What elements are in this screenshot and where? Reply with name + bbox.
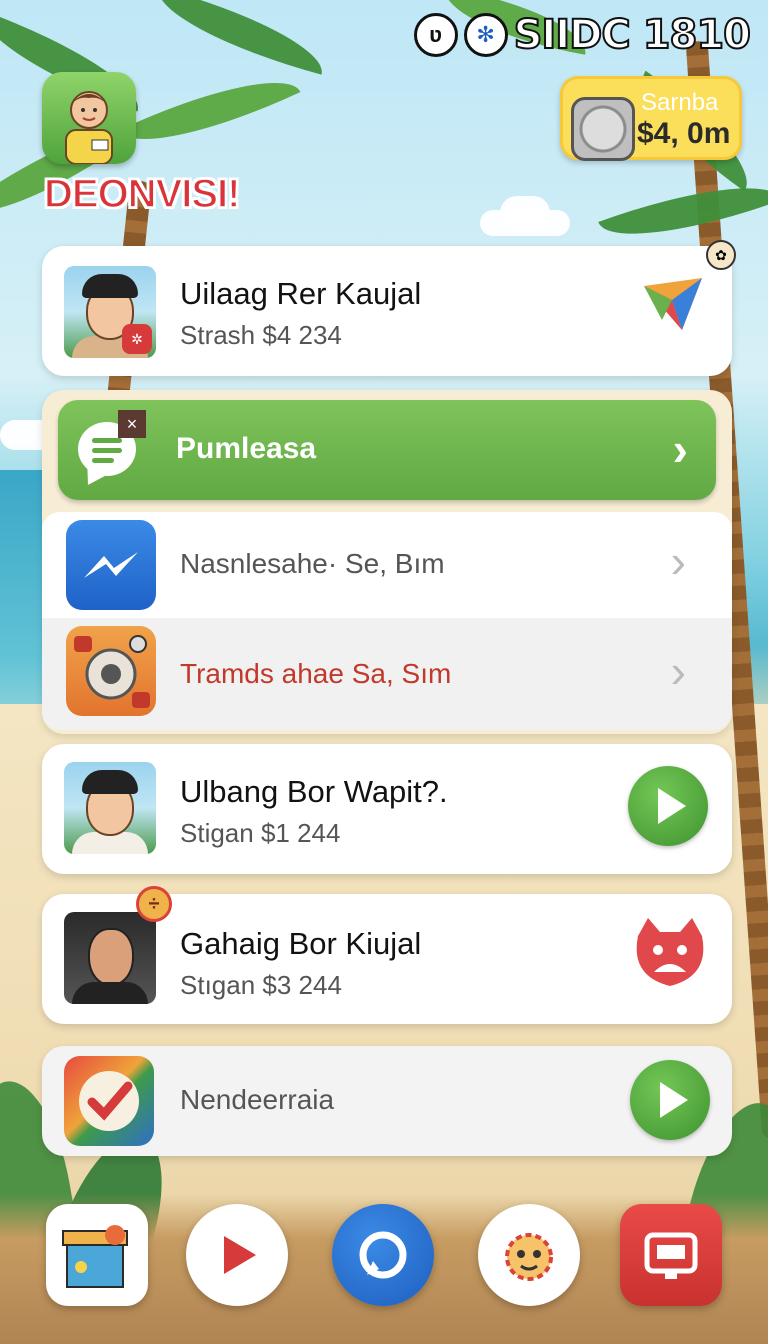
- chevron-right-icon: ›: [672, 423, 688, 475]
- compass-icon: [359, 1231, 407, 1279]
- checkmark-app-icon: [64, 1056, 154, 1146]
- list-item[interactable]: ✲ Uilaag Rer Kaujal Strash $4 234 ✿: [42, 240, 736, 376]
- chevron-right-icon: ›: [670, 535, 686, 587]
- group-header-button[interactable]: × Pumleasa ›: [58, 400, 716, 500]
- group-header-label: Pumleasa: [176, 432, 317, 465]
- list-row-messenger[interactable]: Nasnlesahe· Se, Bım ›: [42, 512, 732, 618]
- avatar: [64, 762, 156, 854]
- paper-plane-icon[interactable]: [642, 276, 704, 332]
- row-label: Tramds ahae Sa, Sım: [180, 658, 452, 689]
- video-play-icon: [224, 1236, 256, 1274]
- balance-value: $4, 0m: [637, 117, 731, 150]
- messenger-icon: [66, 520, 156, 610]
- status-text: SIIDC 1810: [513, 11, 752, 59]
- dock-compass-button[interactable]: [332, 1204, 434, 1306]
- badge-icon: ÷: [136, 886, 172, 922]
- item-label: Nendeerraia: [180, 1084, 335, 1115]
- close-icon[interactable]: ×: [118, 410, 146, 438]
- profile-avatar-button[interactable]: [42, 72, 136, 164]
- chevron-right-icon: ›: [670, 645, 686, 697]
- item-title: Gahaig Bor Kiujal: [180, 926, 422, 961]
- dock-mascot-button[interactable]: [478, 1204, 580, 1306]
- list-item[interactable]: Ulbang Bor Wapit?. Stigan $1 244: [42, 744, 732, 874]
- item-subtitle: Stıgan $3 244: [180, 970, 342, 1000]
- tv-icon: [644, 1232, 698, 1279]
- row-label: Nasnlesahe· Se, Bım: [180, 548, 445, 579]
- app-title: DEONVISI!: [43, 171, 241, 217]
- badge-icon: ✲: [122, 324, 152, 354]
- avatar: ✲: [64, 266, 156, 358]
- balance-card[interactable]: Sarnba $4, 0m: [560, 76, 742, 161]
- snowflake-icon: ✻: [463, 13, 508, 57]
- play-icon[interactable]: [628, 766, 708, 846]
- list-row-camera[interactable]: Tramds ahae Sa, Sım ›: [42, 618, 732, 730]
- notification-badge-icon: ✿: [706, 240, 736, 270]
- cartoon-boy-icon: [65, 91, 113, 164]
- avatar: [64, 912, 156, 1004]
- list-item[interactable]: Nendeerraia: [42, 1046, 732, 1156]
- list-item[interactable]: ÷ Gahaig Bor Kiujal Stıgan $3 244: [42, 886, 732, 1024]
- alien-icon: ʋ: [413, 13, 458, 57]
- toybox-icon: [62, 1225, 128, 1288]
- play-icon[interactable]: [630, 1060, 710, 1140]
- item-subtitle: Strash $4 234: [180, 320, 342, 350]
- balance-label: Sarnba: [641, 89, 719, 116]
- safe-icon: [571, 97, 635, 161]
- mascot-icon[interactable]: [630, 916, 710, 990]
- item-title: Ulbang Bor Wapit?.: [180, 774, 448, 809]
- camera-mascot-icon: [66, 626, 156, 716]
- item-subtitle: Stigan $1 244: [180, 818, 341, 848]
- dock-toybox-button[interactable]: [46, 1204, 148, 1306]
- dock-video-button[interactable]: [186, 1204, 288, 1306]
- dock-tv-button[interactable]: [620, 1204, 722, 1306]
- item-title: Uilaag Rer Kaujal: [180, 276, 422, 311]
- sun-mascot-icon: [505, 1233, 553, 1281]
- status-bar: ʋ ✻ SIIDC 1810: [413, 11, 752, 59]
